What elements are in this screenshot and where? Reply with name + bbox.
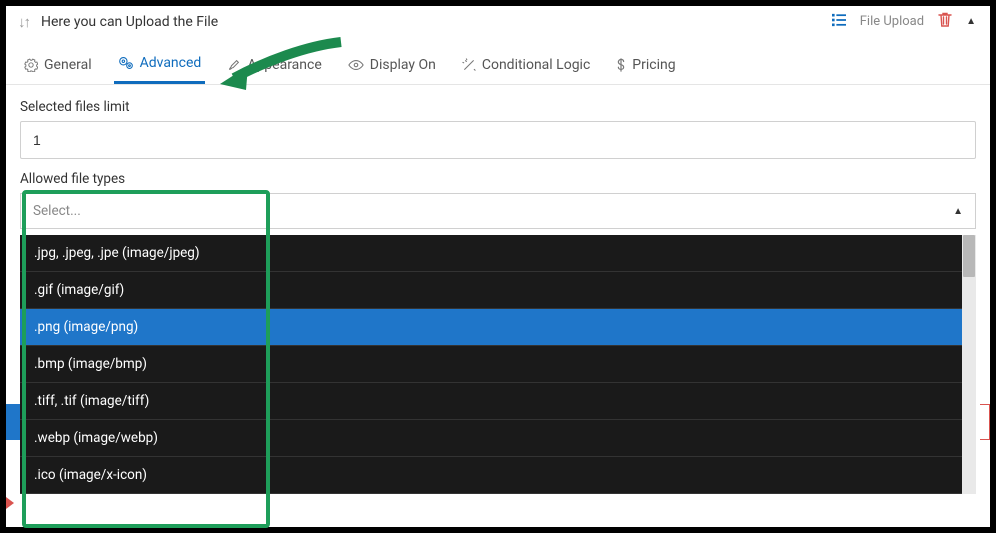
file-type-option[interactable]: .ico (image/x-icon) [20, 457, 976, 494]
tab-label: Advanced [140, 55, 202, 71]
decoration-red [980, 404, 990, 440]
allowed-types-label: Allowed file types [20, 171, 976, 187]
tab-pricing[interactable]: Pricing [612, 47, 679, 84]
tab-display-on[interactable]: Display On [344, 47, 440, 84]
files-limit-input[interactable] [20, 121, 976, 159]
file-type-option[interactable]: .png (image/png) [20, 309, 976, 346]
topbar: ↓↑ Here you can Upload the File File Upl… [6, 6, 990, 41]
gear-icon [24, 58, 38, 72]
tab-label: Conditional Logic [482, 57, 590, 73]
drag-handle-icon[interactable]: ↓↑ [18, 13, 29, 31]
magic-icon [462, 58, 476, 72]
scrollbar[interactable] [962, 235, 976, 494]
files-limit-label: Selected files limit [20, 99, 976, 115]
topbar-left: ↓↑ Here you can Upload the File [18, 13, 218, 31]
caret-up-icon: ▲ [953, 206, 963, 217]
tab-advanced[interactable]: Advanced [114, 47, 206, 84]
file-type-option[interactable]: .webp (image/webp) [20, 420, 976, 457]
tab-label: Pricing [632, 57, 675, 73]
gears-icon [118, 56, 134, 70]
files-limit-section: Selected files limit [6, 85, 990, 159]
tab-general[interactable]: General [20, 47, 96, 84]
file-type-option[interactable]: .gif (image/gif) [20, 272, 976, 309]
allowed-types-section: Allowed file types Select... ▲ .jpg, .jp… [6, 159, 990, 229]
field-type-label: File Upload [860, 14, 924, 29]
allowed-types-select[interactable]: Select... ▲ [20, 193, 976, 229]
decoration-blue [6, 404, 20, 440]
file-type-option[interactable]: .jpg, .jpeg, .jpe (image/jpeg) [20, 235, 976, 272]
delete-icon[interactable] [938, 12, 952, 31]
allowed-types-dropdown: .jpg, .jpeg, .jpe (image/jpeg).gif (imag… [20, 235, 976, 494]
decoration-red-tri [6, 497, 14, 509]
tab-label: Appearance [247, 57, 321, 73]
file-type-option[interactable]: .bmp (image/bmp) [20, 346, 976, 383]
topbar-right: File Upload ▲ [832, 12, 976, 31]
collapse-icon[interactable]: ▲ [966, 16, 976, 27]
tab-label: Display On [370, 57, 436, 73]
file-type-option[interactable]: .tiff, .tif (image/tiff) [20, 383, 976, 420]
field-title: Here you can Upload the File [41, 14, 218, 30]
select-placeholder: Select... [33, 203, 81, 219]
eye-icon [348, 58, 364, 72]
tabs: General Advanced Appearance Display On C… [6, 41, 990, 85]
field-type-icon [832, 13, 846, 31]
tab-appearance[interactable]: Appearance [223, 47, 325, 84]
brush-icon [227, 58, 241, 72]
tab-conditional-logic[interactable]: Conditional Logic [458, 47, 594, 84]
tab-label: General [44, 57, 92, 73]
dollar-icon [616, 58, 626, 72]
scrollbar-thumb[interactable] [963, 235, 975, 277]
